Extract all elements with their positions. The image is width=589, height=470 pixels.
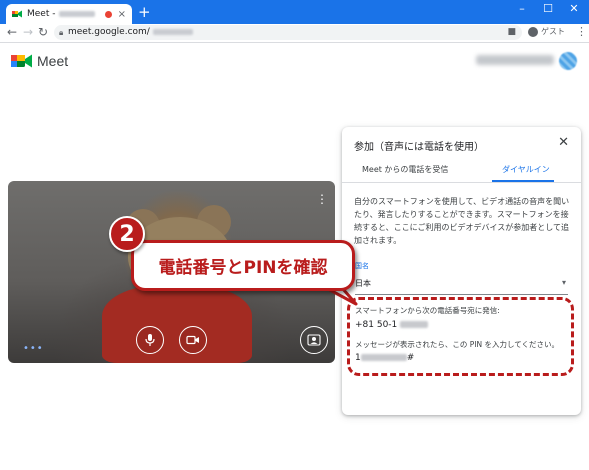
maximize-button[interactable]: ☐ (538, 2, 558, 15)
close-icon[interactable]: ✕ (558, 135, 569, 150)
new-tab-button[interactable]: + (138, 3, 151, 21)
videocam-icon (186, 335, 199, 345)
tab-dial-in[interactable]: ダイヤルイン (502, 164, 550, 175)
account-avatar[interactable] (559, 52, 577, 70)
lock-icon: 🔒︎ (59, 28, 64, 37)
meet-favicon-icon (12, 9, 22, 19)
bear-sweater (102, 285, 252, 363)
account-email-redacted (476, 55, 554, 65)
forward-arrow-icon[interactable]: → (23, 25, 33, 39)
profile-button[interactable]: ゲスト (528, 26, 565, 37)
visual-effects-button[interactable] (300, 326, 328, 354)
url-redacted (152, 28, 193, 35)
dial-in-description: 自分のスマートフォンを使用して、ビデオ通話の音声を聞いたり、発言したりすることが… (354, 197, 570, 245)
chevron-down-icon: ▾ (561, 278, 566, 287)
microphone-icon (145, 334, 155, 346)
app-name: Meet (37, 53, 69, 69)
tab-divider (342, 182, 581, 183)
profile-label: ゲスト (541, 27, 565, 36)
video-more-options-icon[interactable]: ⋮ (316, 192, 328, 206)
panel-title: 参加（音声には電話を使用） (354, 142, 484, 153)
close-window-button[interactable]: ✕ (564, 2, 584, 15)
reload-icon[interactable]: ↻ (38, 25, 48, 39)
back-arrow-icon[interactable]: ← (7, 25, 17, 39)
meet-logo-icon (11, 52, 33, 70)
audio-level-dots-icon: ••• (23, 343, 44, 354)
browser-tab[interactable]: Meet - × (6, 4, 132, 24)
callout-label: 電話番号とPINを確認 (131, 240, 355, 291)
url-text: meet.google.com/ (68, 27, 150, 37)
camera-in-use-icon[interactable]: ■ (507, 25, 516, 40)
browser-menu-icon[interactable]: ⋮ (576, 25, 587, 38)
tab-call-me[interactable]: Meet からの電話を受信 (362, 164, 448, 175)
step-number-badge: 2 (109, 216, 145, 252)
recording-indicator-icon (104, 10, 112, 18)
tab-title-redacted (59, 11, 96, 17)
country-select[interactable]: 日本 ▾ (355, 278, 568, 295)
address-bar[interactable]: 🔒︎ meet.google.com/ ■ (54, 25, 522, 40)
guest-avatar-icon (528, 26, 538, 37)
minimize-button[interactable]: – (512, 2, 532, 15)
microphone-toggle-button[interactable] (136, 326, 164, 354)
tab-close-button[interactable]: × (118, 9, 126, 20)
tab-title: Meet - (27, 9, 56, 19)
camera-toggle-button[interactable] (179, 326, 207, 354)
browser-title-bar: Meet - × + – ☐ ✕ (0, 0, 589, 24)
person-effects-icon (307, 334, 321, 346)
browser-toolbar: ← → ↻ 🔒︎ meet.google.com/ ■ ゲスト ⋮ (0, 24, 589, 43)
highlight-dashed-box (347, 297, 574, 376)
